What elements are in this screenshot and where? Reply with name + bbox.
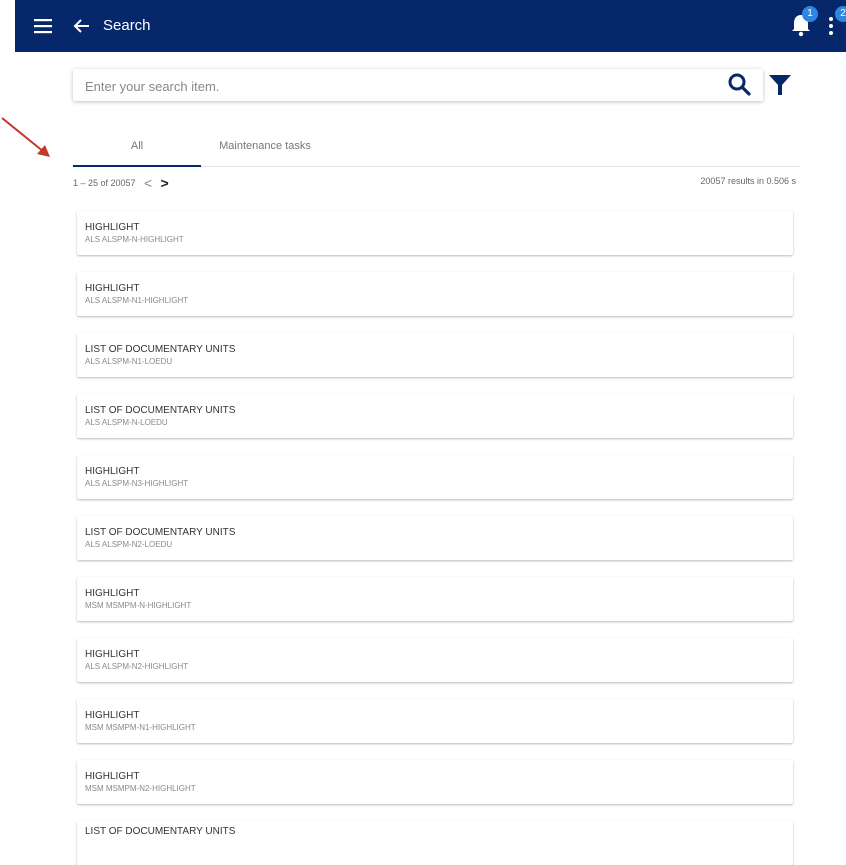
result-subtitle: ALS ALSPM-N1-HIGHLIGHT [85,296,189,305]
hamburger-menu-icon[interactable] [33,16,53,36]
previous-page-button[interactable]: < [142,175,154,191]
search-input[interactable] [83,69,707,103]
result-title: LIST OF DOCUMENTARY UNITS [85,405,236,416]
result-card[interactable]: HIGHLIGHT ALS ALSPM-N-HIGHLIGHT [77,211,793,255]
result-subtitle: ALS ALSPM-N2-LOEDU [85,540,173,549]
search-box [73,69,763,103]
more-badge: 2 [835,6,846,22]
result-subtitle: ALS ALSPM-N1-LOEDU [85,357,173,366]
annotation-arrow-icon [1,117,50,157]
more-vert-icon[interactable] [828,16,834,36]
result-title: LIST OF DOCUMENTARY UNITS [85,344,236,355]
result-card[interactable]: LIST OF DOCUMENTARY UNITS ALS ALSPM-N1-L… [77,333,793,377]
result-subtitle: MSM MSMPM-N2-HIGHLIGHT [85,784,196,793]
top-app-bar: Search 1 2 [15,0,846,52]
result-card[interactable]: LIST OF DOCUMENTARY UNITS ALS ALSPM-N2-L… [77,516,793,560]
result-subtitle: ALS ALSPM-N2-HIGHLIGHT [85,662,189,671]
pagination-range: 1 – 25 of 20057 [73,178,136,188]
result-card[interactable]: LIST OF DOCUMENTARY UNITS ALS ALSPM-N-LO… [77,394,793,438]
result-subtitle: MSM MSMPM-N1-HIGHLIGHT [85,723,196,732]
result-card[interactable]: HIGHLIGHT MSM MSMPM-N1-HIGHLIGHT [77,699,793,743]
result-subtitle: ALS ALSPM-N3-HIGHLIGHT [85,479,189,488]
result-title: HIGHLIGHT [85,710,140,721]
back-arrow-icon[interactable] [73,17,91,35]
search-icon[interactable] [727,72,751,96]
result-title: HIGHLIGHT [85,771,140,782]
result-card[interactable]: HIGHLIGHT ALS ALSPM-N2-HIGHLIGHT [77,638,793,682]
pagination: 1 – 25 of 20057 < > [73,175,171,191]
result-subtitle: ALS ALSPM-N-HIGHLIGHT [85,235,184,244]
results-summary: 20057 results in 0.506 s [700,176,796,186]
result-card[interactable]: LIST OF DOCUMENTARY UNITS [77,821,793,865]
active-tab-indicator [73,165,201,167]
result-tabs: All Maintenance tasks [73,132,800,167]
result-card[interactable]: HIGHLIGHT ALS ALSPM-N3-HIGHLIGHT [77,455,793,499]
tab-all[interactable]: All [73,132,201,165]
result-card[interactable]: HIGHLIGHT MSM MSMPM-N-HIGHLIGHT [77,577,793,621]
next-page-button[interactable]: > [159,175,171,191]
result-subtitle: MSM MSMPM-N-HIGHLIGHT [85,601,192,610]
result-title: LIST OF DOCUMENTARY UNITS [85,527,236,538]
filter-icon[interactable] [768,73,792,97]
result-card[interactable]: HIGHLIGHT MSM MSMPM-N2-HIGHLIGHT [77,760,793,804]
result-card[interactable]: HIGHLIGHT ALS ALSPM-N1-HIGHLIGHT [77,272,793,316]
result-title: HIGHLIGHT [85,222,140,233]
result-title: HIGHLIGHT [85,283,140,294]
result-title: HIGHLIGHT [85,588,140,599]
result-subtitle: ALS ALSPM-N-LOEDU [85,418,168,427]
tab-maintenance-tasks[interactable]: Maintenance tasks [201,132,329,165]
page-title: Search [103,17,151,34]
notifications-badge: 1 [802,6,818,22]
result-title: HIGHLIGHT [85,466,140,477]
result-title: HIGHLIGHT [85,649,140,660]
